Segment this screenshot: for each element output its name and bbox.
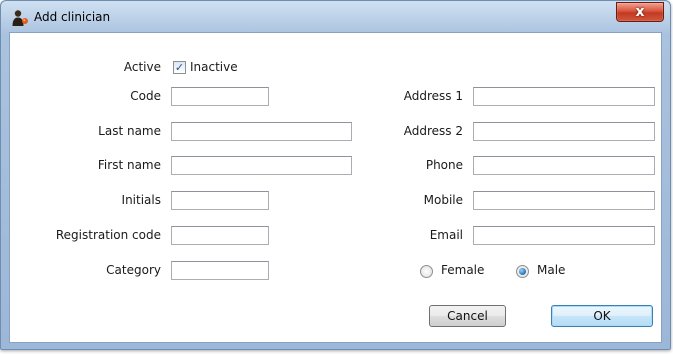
cancel-button[interactable]: Cancel	[429, 305, 506, 327]
female-radio[interactable]	[420, 265, 433, 278]
mobile-label: Mobile	[423, 193, 463, 207]
initials-label: Initials	[121, 193, 161, 207]
email-field[interactable]	[473, 226, 655, 245]
inactive-checkbox[interactable]: ✓	[173, 61, 186, 74]
first-name-label: First name	[97, 158, 161, 172]
code-field[interactable]	[171, 87, 269, 106]
last-name-field[interactable]	[171, 122, 352, 141]
code-label: Code	[130, 89, 161, 103]
category-field[interactable]	[171, 261, 269, 280]
address-1-field[interactable]	[473, 87, 655, 106]
title-bar[interactable]: Add clinician x	[1, 1, 670, 32]
registration-code-label: Registration code	[55, 228, 161, 242]
address-2-label: Address 2	[403, 124, 463, 138]
address-2-field[interactable]	[473, 122, 655, 141]
ok-button[interactable]: OK	[551, 305, 653, 327]
female-label: Female	[441, 263, 485, 277]
checkmark-icon: ✓	[174, 61, 185, 74]
phone-label: Phone	[425, 158, 463, 172]
address-1-label: Address 1	[403, 89, 463, 103]
category-label: Category	[106, 263, 161, 277]
dialog-body: Active ✓ Inactive Code Last name First n…	[9, 32, 662, 343]
initials-field[interactable]	[171, 191, 269, 210]
clinician-icon	[11, 9, 29, 27]
add-clinician-dialog: Add clinician x Active ✓ Inactive Code L…	[0, 0, 671, 350]
male-label: Male	[537, 263, 566, 277]
male-radio[interactable]	[516, 265, 529, 278]
close-button[interactable]: x	[616, 2, 664, 22]
close-icon: x	[635, 4, 645, 20]
last-name-label: Last name	[98, 124, 161, 138]
phone-field[interactable]	[473, 156, 655, 175]
inactive-checkbox-label: Inactive	[190, 60, 238, 74]
window-title: Add clinician	[34, 10, 111, 24]
first-name-field[interactable]	[171, 156, 352, 175]
active-label: Active	[123, 60, 161, 74]
email-label: Email	[429, 228, 463, 242]
mobile-field[interactable]	[473, 191, 655, 210]
registration-code-field[interactable]	[171, 226, 269, 245]
